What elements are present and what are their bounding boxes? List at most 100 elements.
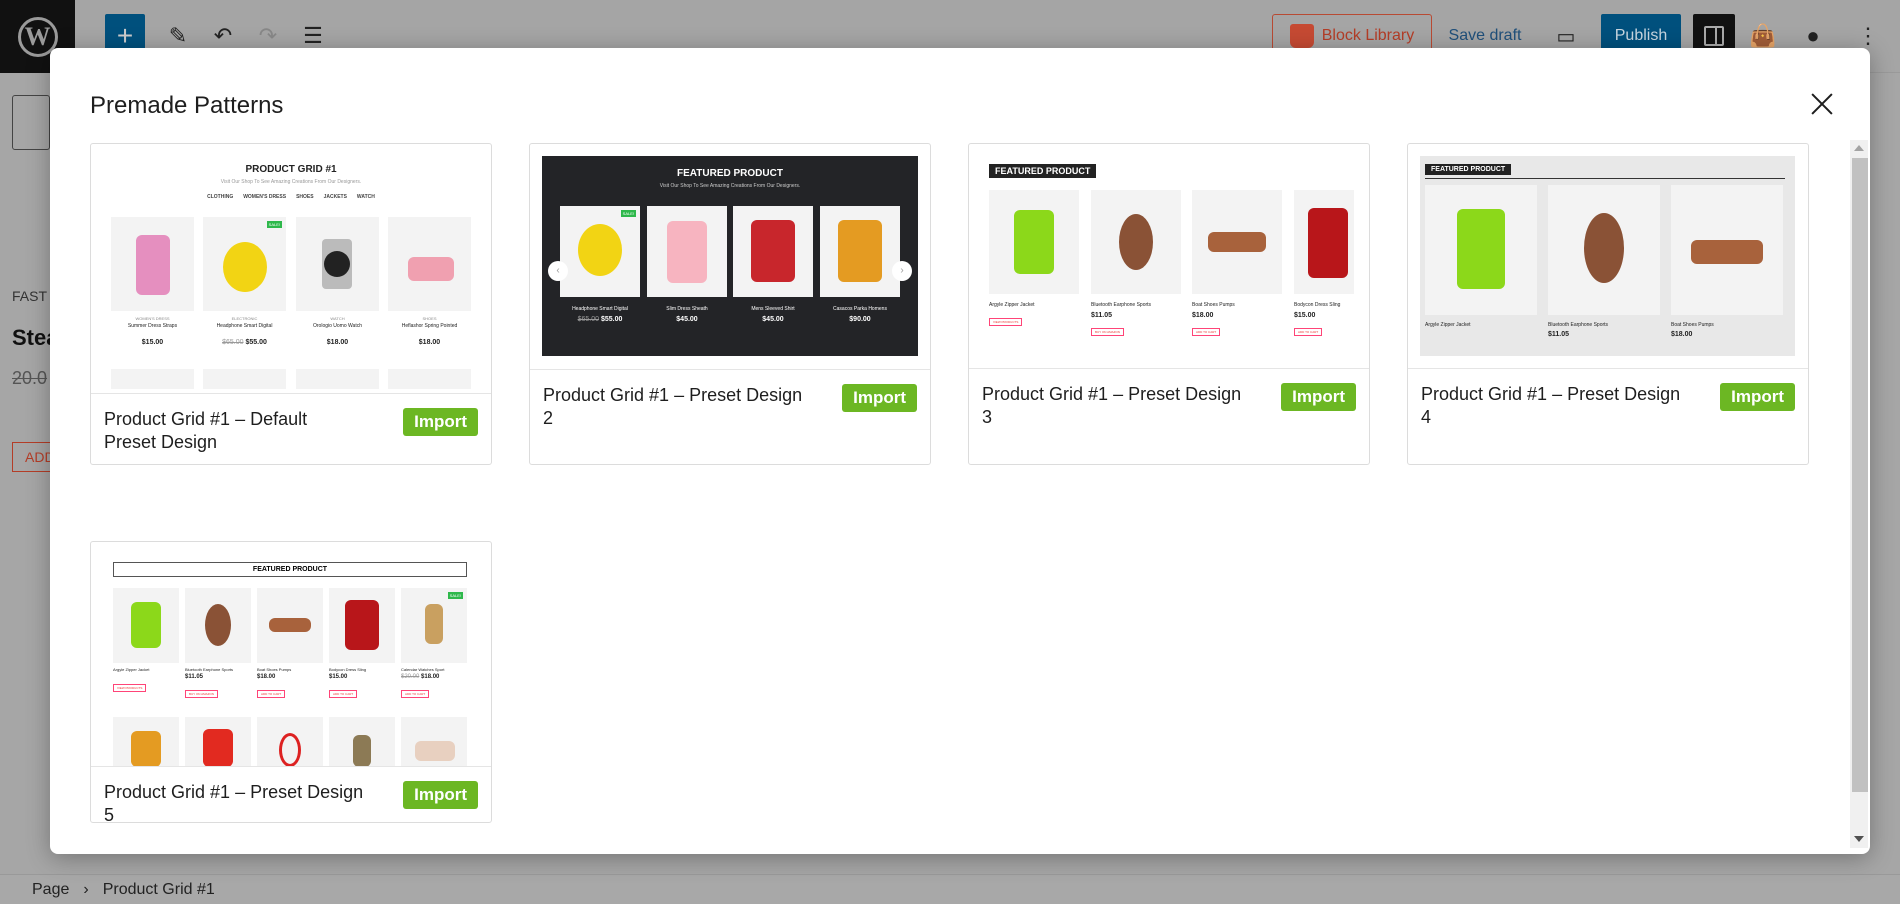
bg-category: FAST: [12, 288, 48, 304]
product-button: ADD TO CART: [401, 690, 430, 698]
product-price: $11.05: [1091, 312, 1113, 319]
product-old-price: $65.00: [222, 339, 244, 346]
product-price: $18.00: [421, 674, 440, 680]
product-price: $18.00: [1192, 312, 1214, 319]
preview-heading: PRODUCT GRID #1: [245, 164, 337, 175]
filter-tab: WOMEN'S DRESS: [243, 194, 287, 200]
product-name: Orologio Uomo Watch: [313, 323, 362, 329]
product-name: Calendar Watches Sport: [401, 667, 445, 672]
product-price: $55.00: [245, 339, 267, 346]
sidebar-icon: [1704, 26, 1724, 46]
pattern-title: Product Grid #1 – Preset Design 5: [104, 782, 364, 825]
product-name: Boat Shoes Pumps: [1671, 322, 1714, 328]
chevron-right-icon: ›: [83, 880, 89, 898]
pattern-title: Product Grid #1 – Preset Design 4: [1421, 384, 1681, 427]
product-name: Summer Dress Straps: [127, 323, 178, 329]
background-block-thumbnail: [12, 95, 50, 150]
product-name: Headphone Smart Digital: [216, 323, 273, 329]
product-name: Bluetooth Earphone Sports: [1091, 302, 1152, 308]
block-library-label: Block Library: [1321, 27, 1415, 44]
product-name: Boat Shoes Pumps: [1192, 302, 1235, 308]
preview-heading: FEATURED PRODUCT: [1425, 164, 1512, 175]
product-price: $45.00: [762, 316, 784, 323]
product-name: Bodycon Dress Sling: [329, 667, 367, 672]
modal-scrollbar[interactable]: [1850, 140, 1868, 848]
scroll-down-icon[interactable]: [1854, 836, 1864, 842]
scroll-up-icon[interactable]: [1854, 145, 1864, 151]
product-category: ELECTRONIC: [231, 316, 258, 321]
product-name: Headphone Smart Digital: [572, 306, 628, 312]
sale-badge: SALE!: [447, 592, 463, 599]
preview-subheading: Visit Our Shop To See Amazing Creations …: [220, 179, 362, 185]
close-icon[interactable]: [1806, 88, 1838, 120]
import-button[interactable]: Import: [842, 384, 917, 412]
product-category: WATCH: [330, 316, 345, 321]
product-image: [111, 217, 194, 311]
product-category: SHOES: [422, 316, 437, 321]
filter-tab: JACKETS: [323, 194, 347, 200]
product-name: Argyle Zipper Jacket: [989, 302, 1035, 308]
bg-add-button: ADD: [12, 442, 55, 472]
product-button: VIEW PRODUCTS: [113, 684, 147, 692]
preview-heading: FEATURED PRODUCT: [677, 168, 783, 179]
product-price: $15.00: [141, 339, 164, 346]
product-button: BUY ON AMAZON: [1091, 328, 1124, 336]
pattern-preview[interactable]: FEATURED PRODUCT Argyle Zipper Jacket VI…: [969, 144, 1369, 369]
sale-badge: SALE!: [620, 210, 636, 217]
bg-price: 20.0: [12, 368, 48, 388]
pattern-card[interactable]: FEATURED PRODUCT Argyle Zipper Jacket VI…: [968, 143, 1370, 465]
preview-heading: FEATURED PRODUCT: [113, 562, 467, 577]
preview-subheading: Visit Our Shop To See Amazing Creations …: [659, 183, 801, 189]
product-category: WOMEN'S DRESS: [135, 316, 170, 321]
pattern-card[interactable]: PRODUCT GRID #1 Visit Our Shop To See Am…: [90, 143, 492, 465]
import-button[interactable]: Import: [1281, 383, 1356, 411]
modal-title: Premade Patterns: [90, 92, 284, 119]
pattern-card[interactable]: FEATURED PRODUCT Argyle Zipper Jacket Bl…: [1407, 143, 1809, 465]
product-old-price: $20.00: [401, 674, 420, 680]
product-name: Casacos Parka Homens: [833, 306, 887, 312]
product-name: Bluetooth Earphone Sports: [1548, 322, 1609, 328]
product-name: Bluetooth Earphone Sports: [185, 667, 234, 672]
product-name: Slim Dress Sheath: [666, 306, 708, 312]
product-price: $18.00: [1671, 331, 1693, 338]
product-price: $15.00: [1294, 312, 1316, 319]
product-price: $18.00: [326, 339, 349, 346]
product-price: $45.00: [676, 316, 698, 323]
carousel-prev-icon: ‹: [548, 261, 568, 281]
premade-patterns-modal: Premade Patterns PRODUCT GRID #1 Visit O…: [50, 48, 1870, 854]
product-name: Mens Sleeved Shirt: [751, 306, 795, 312]
breadcrumb-page[interactable]: Page: [32, 881, 69, 899]
product-button: VIEW PRODUCTS: [989, 318, 1023, 326]
filter-tab: CLOTHING: [207, 194, 234, 200]
product-button: ADD TO CART: [1192, 328, 1221, 336]
breadcrumb-current[interactable]: Product Grid #1: [103, 881, 215, 899]
import-button[interactable]: Import: [403, 781, 478, 809]
product-button: ADD TO CART: [1294, 328, 1323, 336]
product-name: Boat Shoes Pumps: [257, 667, 292, 672]
product-button: ADD TO CART: [257, 690, 286, 698]
import-button[interactable]: Import: [403, 408, 478, 436]
product-image: [388, 217, 471, 311]
product-name: Bodycon Dress Sling: [1294, 302, 1341, 308]
sale-badge: SALE!: [266, 221, 282, 228]
pattern-card[interactable]: FEATURED PRODUCT SALE! Argyle Zipper Jac…: [90, 541, 492, 825]
pattern-preview[interactable]: FEATURED PRODUCT SALE! Argyle Zipper Jac…: [91, 542, 491, 767]
product-image: SALE!: [203, 217, 286, 311]
product-price: $11.05: [1548, 331, 1570, 338]
product-price: $18.00: [257, 674, 276, 680]
preview-heading: FEATURED PRODUCT: [989, 164, 1097, 178]
pattern-title: Product Grid #1 – Preset Design 2: [543, 385, 803, 428]
pattern-preview[interactable]: PRODUCT GRID #1 Visit Our Shop To See Am…: [91, 144, 491, 394]
breadcrumb: Page › Product Grid #1: [0, 874, 1900, 904]
pattern-preview[interactable]: FEATURED PRODUCT Argyle Zipper Jacket Bl…: [1408, 144, 1808, 369]
product-name: Argyle Zipper Jacket: [113, 667, 150, 672]
import-button[interactable]: Import: [1720, 383, 1795, 411]
product-price: $90.00: [849, 316, 871, 323]
filter-tab: WATCH: [356, 194, 375, 200]
pattern-card[interactable]: FEATURED PRODUCT Visit Our Shop To See A…: [529, 143, 931, 465]
pattern-preview[interactable]: FEATURED PRODUCT Visit Our Shop To See A…: [530, 144, 930, 369]
shopping-bag-icon: [1289, 24, 1314, 48]
scrollbar-thumb[interactable]: [1852, 158, 1868, 792]
filter-tab: SHOES: [296, 194, 314, 200]
product-button: ADD TO CART: [329, 690, 358, 698]
